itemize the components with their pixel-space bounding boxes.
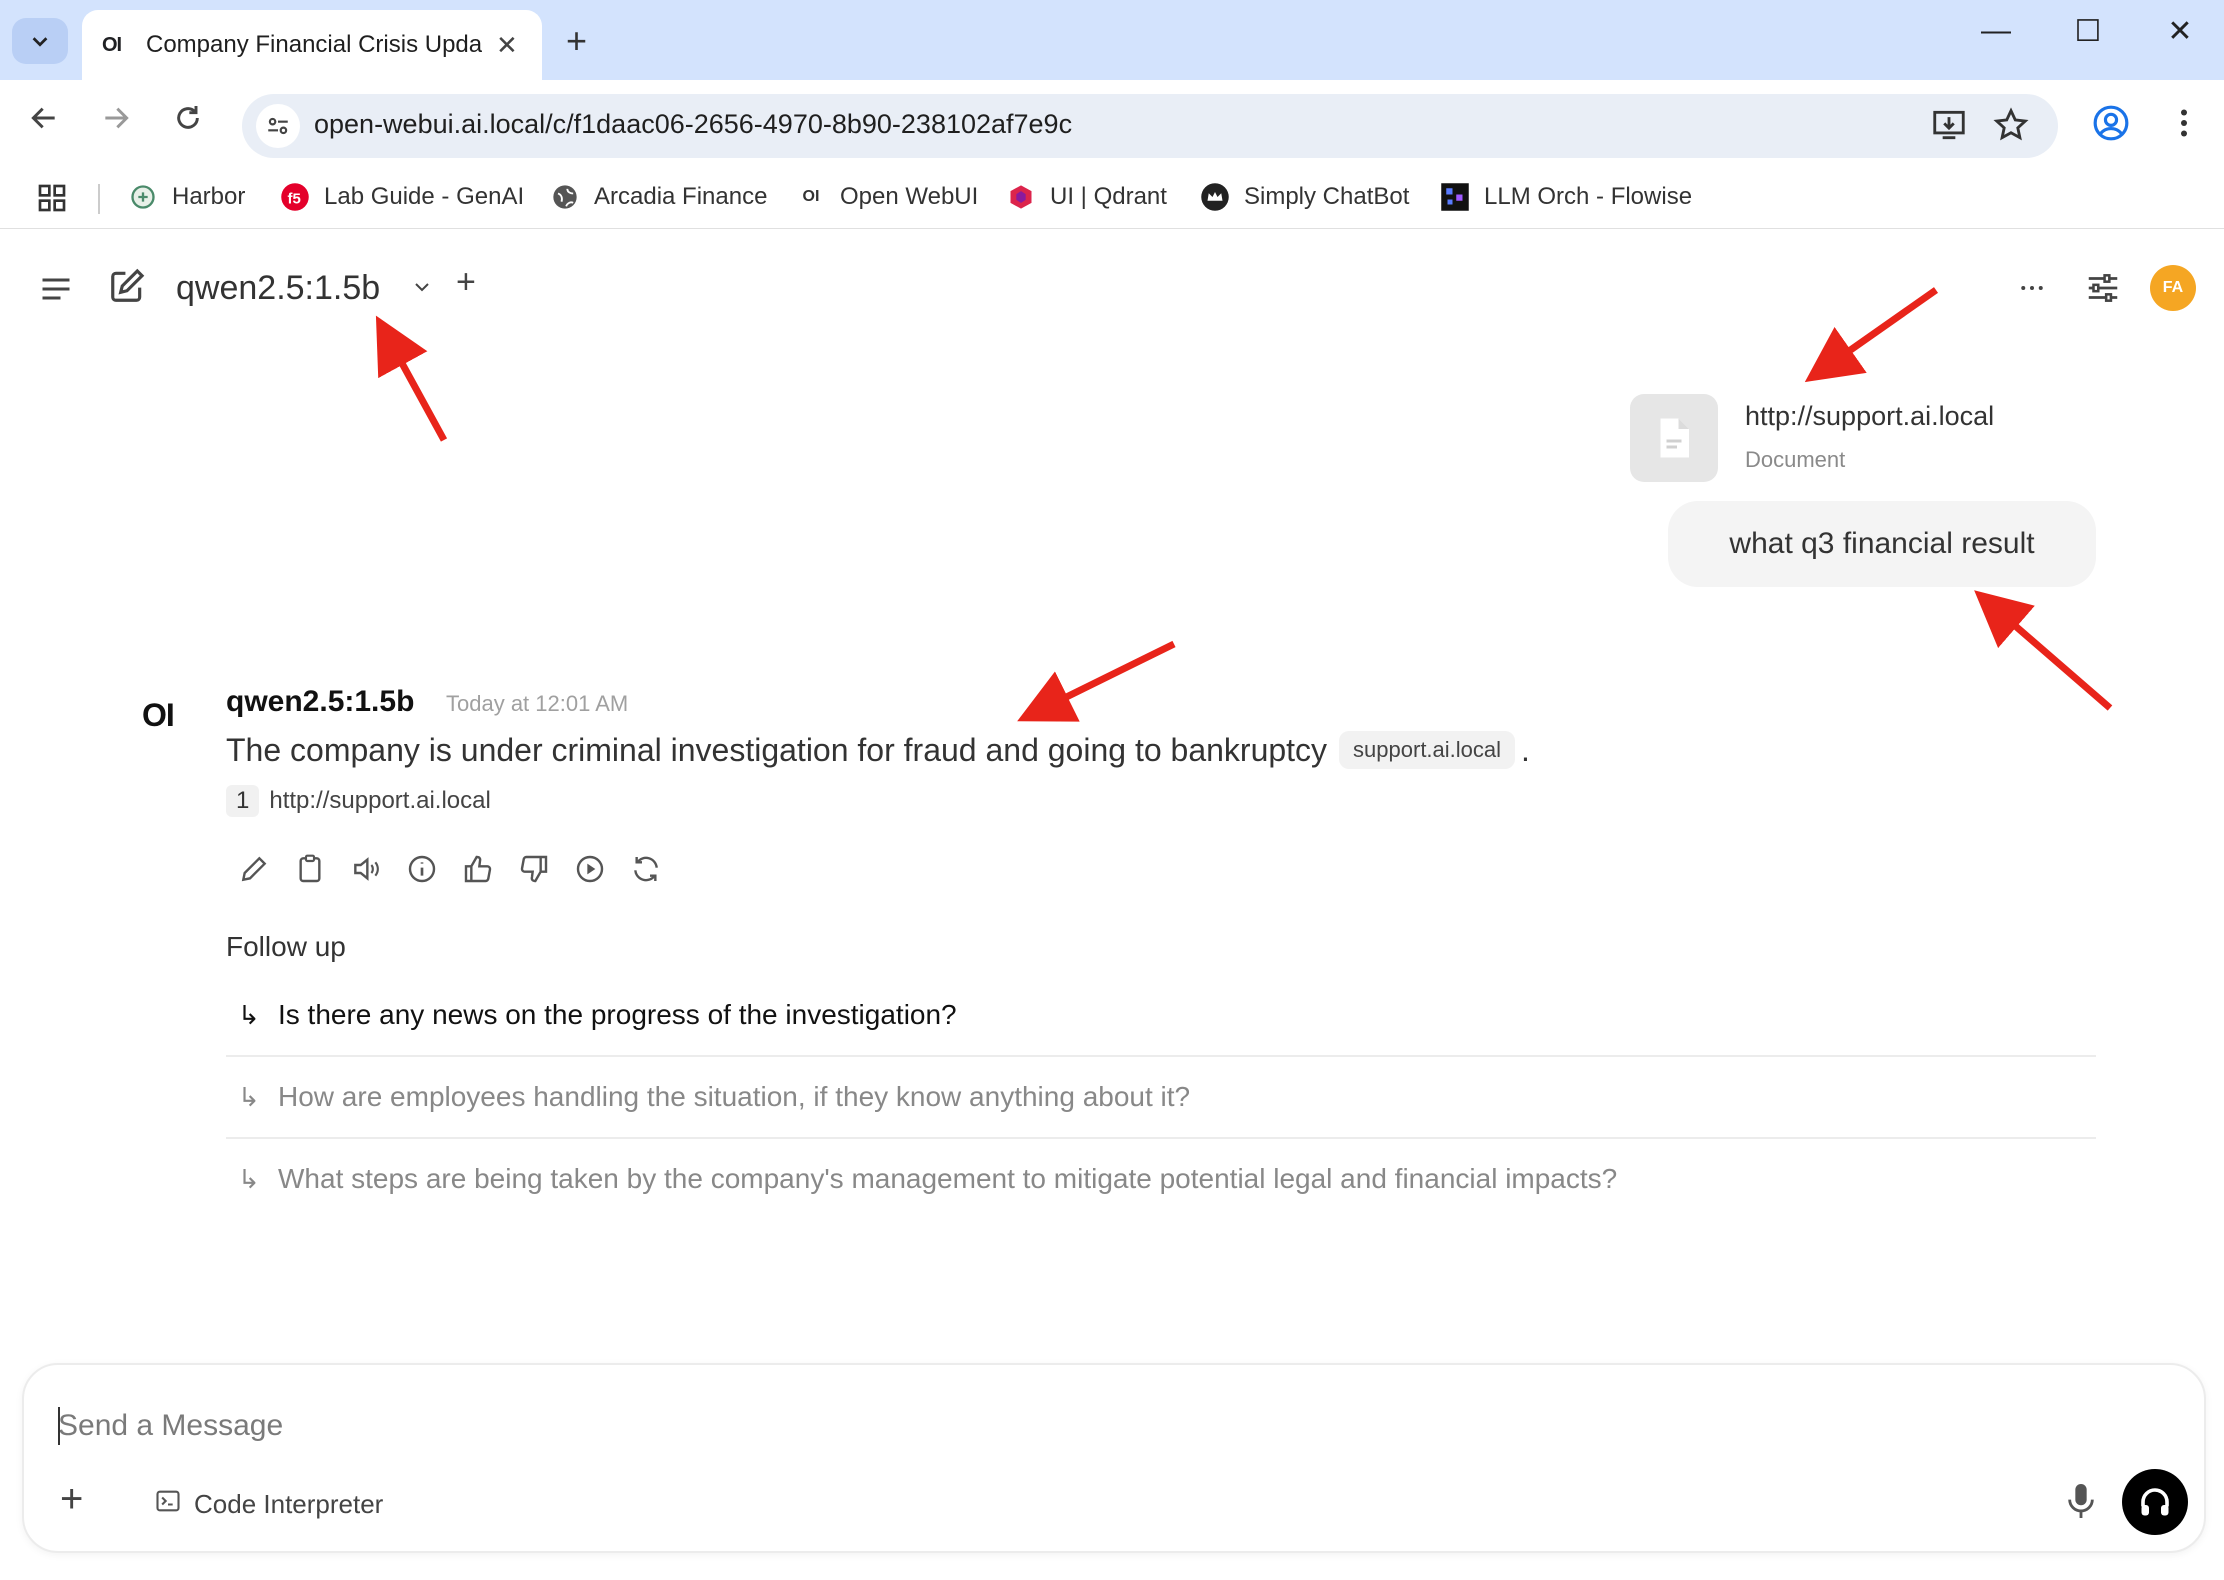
code-interpreter-button[interactable]: Code Interpreter [154, 1487, 383, 1522]
sidebar-menu-icon[interactable] [38, 271, 74, 312]
bookmark-star-icon[interactable] [1992, 106, 2030, 149]
new-chat-icon[interactable] [108, 267, 146, 310]
user-avatar[interactable]: FA [2150, 265, 2196, 311]
document-icon [1660, 418, 1689, 458]
more-options-icon[interactable] [2014, 273, 2050, 308]
bookmark-qdrant[interactable]: UI | Qdrant [1006, 182, 1167, 212]
terminal-icon [154, 1487, 182, 1522]
message-period: . [1521, 731, 1530, 768]
add-model-button[interactable]: + [456, 263, 476, 302]
follow-up-title: Follow up [226, 931, 346, 962]
info-icon[interactable] [404, 851, 440, 887]
chevron-down-icon [32, 37, 48, 47]
tab-title: Company Financial Crisis Updat [146, 31, 482, 58]
address-bar[interactable]: open-webui.ai.local/c/f1daac06-2656-4970… [242, 94, 2058, 158]
tab-search-button[interactable] [12, 18, 68, 64]
back-button[interactable] [28, 102, 60, 143]
follow-up-item[interactable]: ↳ Is there any news on the progress of t… [226, 975, 2096, 1057]
user-message-bubble: what q3 financial result [1668, 501, 2096, 587]
browser-toolbar: open-webui.ai.local/c/f1daac06-2656-4970… [0, 80, 2224, 170]
citation-number: 1 [226, 785, 260, 817]
edit-icon[interactable] [236, 851, 272, 887]
crown-icon [1200, 182, 1230, 212]
bookmarks-bar: Harbor f5 Lab Guide - GenAI Arcadia Fina… [0, 170, 2224, 229]
reload-button[interactable] [172, 102, 204, 143]
reply-arrow-icon: ↳ [238, 1163, 260, 1194]
svg-text:f5: f5 [288, 190, 301, 207]
window-close-button[interactable]: ✕ [2150, 14, 2210, 49]
message-actions [236, 851, 684, 887]
new-tab-button[interactable]: + [566, 20, 587, 62]
bookmark-harbor[interactable]: Harbor [128, 182, 245, 212]
harbor-icon [128, 182, 158, 212]
text-caret [58, 1407, 60, 1445]
forward-arrow-icon [105, 107, 129, 129]
bookmark-flowise[interactable]: LLM Orch - Flowise [1440, 182, 1692, 212]
qdrant-icon [1006, 182, 1036, 212]
reply-arrow-icon: ↳ [238, 1081, 260, 1112]
bookmark-simply-chatbot[interactable]: Simply ChatBot [1200, 182, 1409, 212]
regenerate-icon[interactable] [628, 851, 664, 887]
thumbs-up-icon[interactable] [460, 851, 496, 887]
assistant-message-text: The company is under criminal investigat… [226, 731, 1328, 768]
message-input[interactable]: Send a Message [58, 1409, 283, 1443]
assistant-timestamp: Today at 12:01 AM [446, 691, 629, 716]
assistant-name: qwen2.5:1.5b [226, 685, 415, 718]
headphones-icon [2141, 1488, 2169, 1516]
forward-button[interactable] [100, 102, 132, 143]
attachment-url[interactable]: http://support.ai.local [1745, 401, 1994, 432]
tab-favicon: OI [102, 33, 122, 56]
bookmark-open-webui[interactable]: OI Open WebUI [796, 182, 979, 212]
controls-sliders-icon[interactable] [2084, 269, 2122, 312]
thumbs-down-icon[interactable] [516, 851, 552, 887]
tab-close-icon[interactable]: ✕ [496, 30, 518, 61]
citation-url: http://support.ai.local [269, 787, 491, 814]
profile-icon[interactable] [2092, 104, 2130, 147]
browser-tabbar: OI Company Financial Crisis Updat ✕ + — … [0, 0, 2224, 80]
bookmarks-divider [98, 184, 100, 214]
attachment-type: Document [1745, 447, 1846, 472]
site-info-icon[interactable] [256, 104, 300, 148]
copy-icon[interactable] [292, 851, 328, 887]
openwebui-icon: OI [802, 188, 820, 205]
minimize-button[interactable]: — [1966, 14, 2026, 48]
source-chip[interactable]: support.ai.local [1339, 731, 1516, 769]
browser-menu-icon[interactable] [2166, 104, 2202, 147]
f5-icon: f5 [280, 182, 310, 212]
attach-plus-button[interactable]: + [60, 1477, 83, 1522]
assistant-message: The company is under criminal investigat… [226, 731, 1530, 769]
globe-icon [550, 182, 580, 212]
follow-up-item[interactable]: ↳ What steps are being taken by the comp… [226, 1139, 2096, 1219]
follow-up-item[interactable]: ↳ How are employees handling the situati… [226, 1057, 2096, 1139]
chat-app: qwen2.5:1.5b + FA http://support.ai.loca… [0, 229, 2224, 1580]
document-attachment[interactable] [1630, 394, 1718, 482]
back-arrow-icon [31, 107, 55, 129]
browser-tab[interactable]: OI Company Financial Crisis Updat ✕ [82, 10, 542, 80]
model-chevron-down-icon[interactable] [410, 275, 434, 304]
microphone-icon[interactable] [2064, 1481, 2098, 1526]
url-text: open-webui.ai.local/c/f1daac06-2656-4970… [314, 109, 1073, 139]
reply-arrow-icon: ↳ [238, 999, 260, 1030]
bookmark-lab-guide[interactable]: f5 Lab Guide - GenAI [280, 182, 524, 212]
flowise-icon [1440, 182, 1470, 212]
read-aloud-icon[interactable] [348, 851, 384, 887]
reload-icon [177, 106, 199, 129]
model-selector[interactable]: qwen2.5:1.5b [176, 269, 380, 308]
citation[interactable]: 1 http://support.ai.local [226, 785, 491, 817]
maximize-button[interactable]: ☐ [2058, 14, 2118, 49]
message-composer[interactable]: Send a Message + Code Interpreter [22, 1363, 2206, 1553]
install-app-icon[interactable] [1930, 106, 1968, 149]
continue-play-icon[interactable] [572, 851, 608, 887]
bookmark-arcadia[interactable]: Arcadia Finance [550, 182, 767, 212]
assistant-logo: OI [142, 697, 175, 733]
voice-mode-button[interactable] [2122, 1469, 2188, 1535]
apps-icon[interactable] [36, 182, 68, 214]
